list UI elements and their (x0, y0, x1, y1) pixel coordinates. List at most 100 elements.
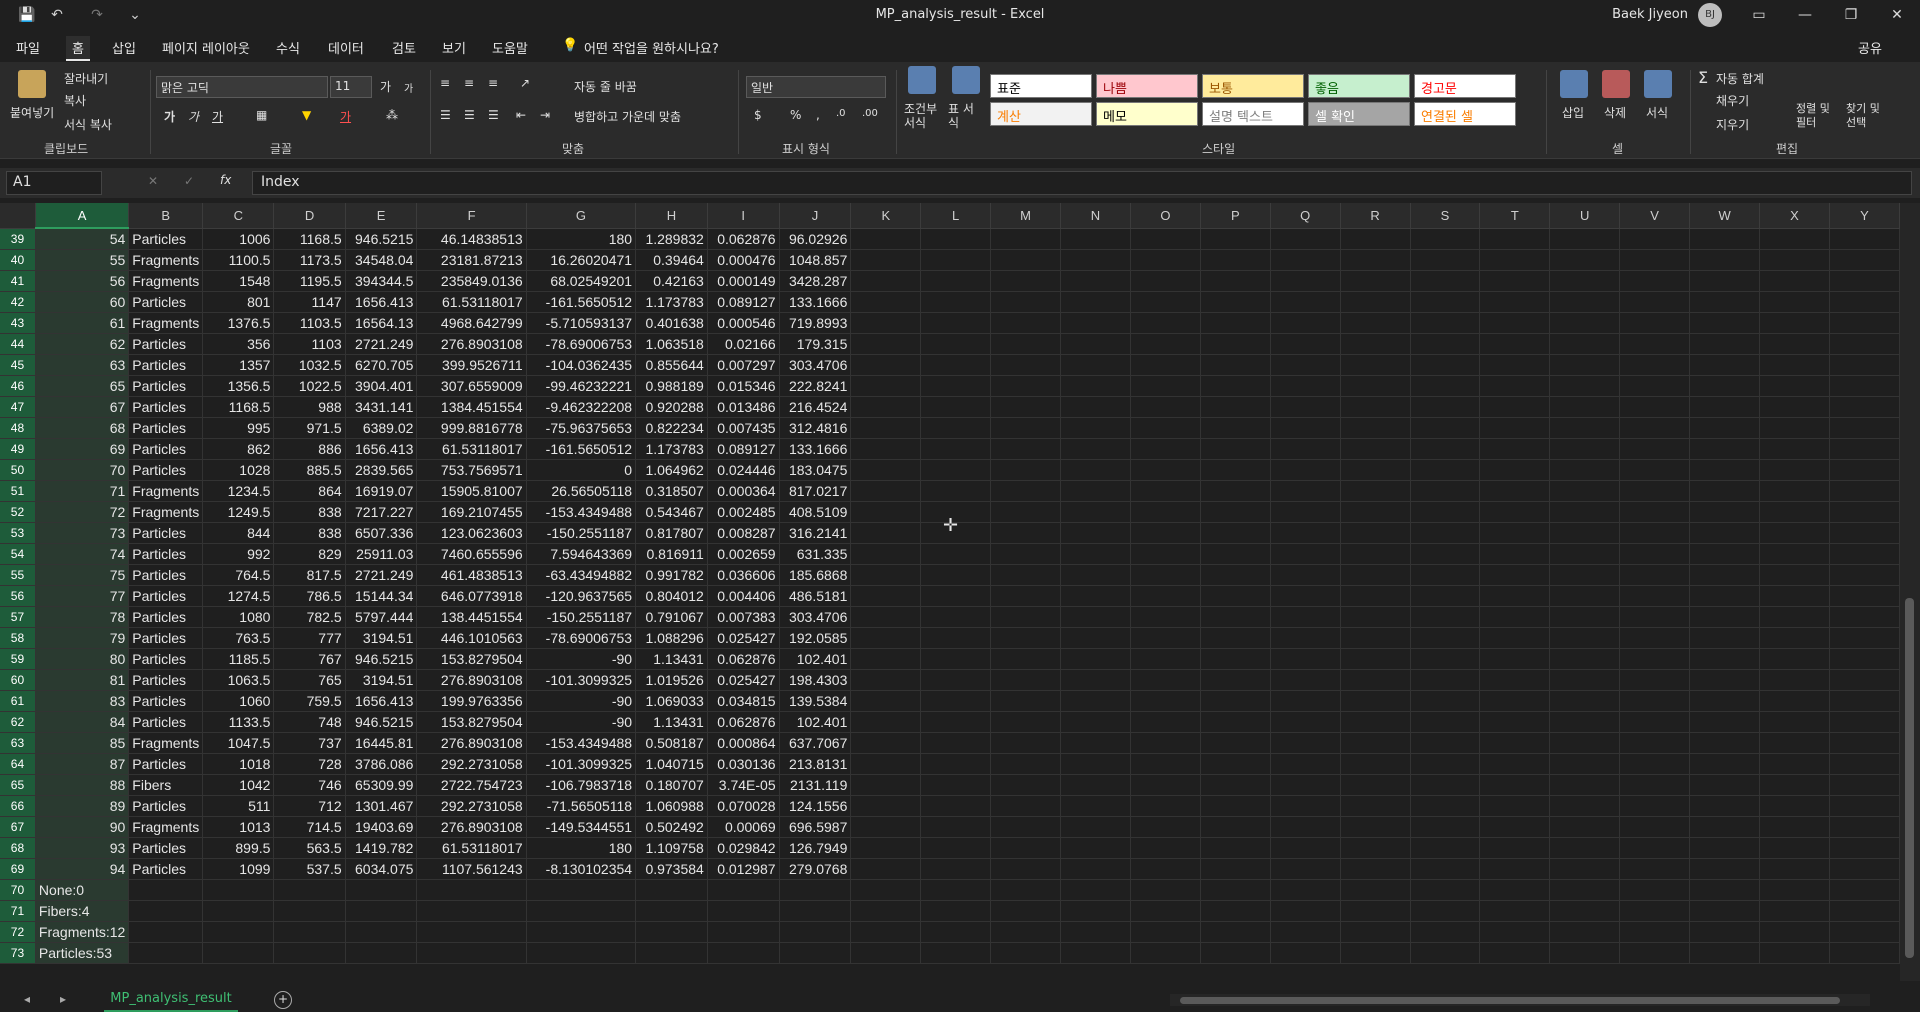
cell[interactable] (1130, 291, 1201, 313)
cell[interactable] (1549, 480, 1621, 502)
cell[interactable] (1340, 879, 1411, 901)
cell[interactable] (1619, 774, 1691, 796)
cell[interactable] (1200, 228, 1271, 250)
cell[interactable] (1340, 354, 1411, 376)
cell[interactable] (1200, 417, 1271, 439)
cell[interactable] (1619, 480, 1691, 502)
cell[interactable] (1200, 879, 1271, 901)
cell[interactable] (1340, 375, 1411, 397)
row-header[interactable]: 50 (0, 459, 36, 481)
clear-button[interactable]: 지우기 (1716, 116, 1749, 133)
cell[interactable]: 737 (273, 732, 346, 754)
cell[interactable] (1619, 753, 1691, 775)
cell[interactable]: 992 (202, 543, 275, 565)
cell[interactable] (1619, 606, 1691, 628)
cell[interactable]: 1656.413 (345, 438, 418, 460)
cell[interactable] (1829, 711, 1900, 733)
cell[interactable] (1549, 228, 1621, 250)
cell[interactable] (1060, 417, 1131, 439)
cell[interactable] (1410, 921, 1481, 943)
cell[interactable]: 0.036606 (707, 564, 780, 586)
cell[interactable] (1340, 522, 1411, 544)
cell[interactable]: 61 (35, 312, 130, 334)
cell[interactable] (990, 228, 1062, 250)
cell[interactable] (1689, 795, 1761, 817)
cell[interactable] (273, 942, 346, 964)
cell[interactable] (1130, 795, 1201, 817)
cell[interactable] (1619, 816, 1691, 838)
cell[interactable]: 1249.5 (202, 501, 275, 523)
cell[interactable] (1479, 291, 1551, 313)
cell[interactable] (1829, 837, 1900, 859)
cell[interactable] (1549, 312, 1621, 334)
cell[interactable]: Particles (128, 333, 204, 355)
cell[interactable]: 79 (35, 627, 130, 649)
cell[interactable]: 179.315 (779, 333, 852, 355)
cell[interactable]: 446.1010563 (416, 627, 527, 649)
cell[interactable] (1829, 291, 1900, 313)
cell[interactable] (850, 774, 922, 796)
cell[interactable]: 6389.02 (345, 417, 418, 439)
cell[interactable] (1270, 942, 1341, 964)
cell[interactable] (1270, 858, 1341, 880)
cell[interactable]: 138.4451554 (416, 606, 527, 628)
row-header[interactable]: 39 (0, 228, 36, 250)
cell[interactable]: 292.2731058 (416, 795, 527, 817)
cell[interactable] (1340, 606, 1411, 628)
cell[interactable]: Particles:53 (35, 942, 130, 964)
cell[interactable] (1410, 732, 1481, 754)
cell[interactable] (1619, 270, 1691, 292)
cell[interactable] (1340, 396, 1411, 418)
cell[interactable] (1829, 774, 1900, 796)
cell[interactable] (1410, 501, 1481, 523)
cell[interactable] (1689, 459, 1761, 481)
cell[interactable]: 90 (35, 816, 130, 838)
cell[interactable]: 26.56505118 (526, 480, 637, 502)
cell[interactable] (850, 459, 922, 481)
cell[interactable] (1130, 774, 1201, 796)
cell[interactable] (1270, 585, 1341, 607)
cell[interactable]: 15905.81007 (416, 480, 527, 502)
cell[interactable] (1200, 816, 1271, 838)
cell[interactable] (1060, 732, 1131, 754)
row-header[interactable]: 41 (0, 270, 36, 292)
cell[interactable] (1200, 312, 1271, 334)
cell[interactable]: 63 (35, 354, 130, 376)
cell[interactable] (1270, 480, 1341, 502)
cell[interactable] (1549, 459, 1621, 481)
cell[interactable]: 7.594643369 (526, 543, 637, 565)
cell[interactable] (1340, 459, 1411, 481)
cell[interactable]: 65 (35, 375, 130, 397)
cell[interactable] (1829, 375, 1900, 397)
find-select-button[interactable]: 찾기 및 선택 (1846, 102, 1892, 130)
cell[interactable] (1410, 669, 1481, 691)
sort-filter-button[interactable]: 정렬 및 필터 (1796, 102, 1842, 130)
cell[interactable]: 16919.07 (345, 480, 418, 502)
autosum-icon[interactable]: Σ (1698, 68, 1708, 87)
cell[interactable]: Fragments:12 (35, 921, 130, 943)
cell[interactable]: 399.9526711 (416, 354, 527, 376)
cell[interactable] (990, 690, 1062, 712)
cell[interactable] (1829, 228, 1900, 250)
cell[interactable]: Fibers (128, 774, 204, 796)
cell[interactable] (1270, 459, 1341, 481)
cell[interactable] (850, 270, 922, 292)
cell[interactable] (1410, 333, 1481, 355)
cell[interactable] (1479, 333, 1551, 355)
cell[interactable]: 0.007297 (707, 354, 780, 376)
cell[interactable] (1340, 543, 1411, 565)
cell[interactable]: 2131.119 (779, 774, 852, 796)
cell[interactable]: Fragments (128, 270, 204, 292)
tab-review[interactable]: 검토 (386, 36, 422, 59)
cell[interactable] (990, 522, 1062, 544)
cell[interactable] (920, 543, 992, 565)
cell[interactable] (1829, 522, 1900, 544)
shrink-font-button[interactable]: 가 (404, 80, 413, 95)
cell[interactable] (1270, 879, 1341, 901)
cell[interactable] (990, 501, 1062, 523)
cell[interactable]: 222.8241 (779, 375, 852, 397)
cell[interactable]: 862 (202, 438, 275, 460)
cell[interactable] (1549, 543, 1621, 565)
cell[interactable] (1410, 438, 1481, 460)
column-header-x[interactable]: X (1759, 203, 1830, 229)
